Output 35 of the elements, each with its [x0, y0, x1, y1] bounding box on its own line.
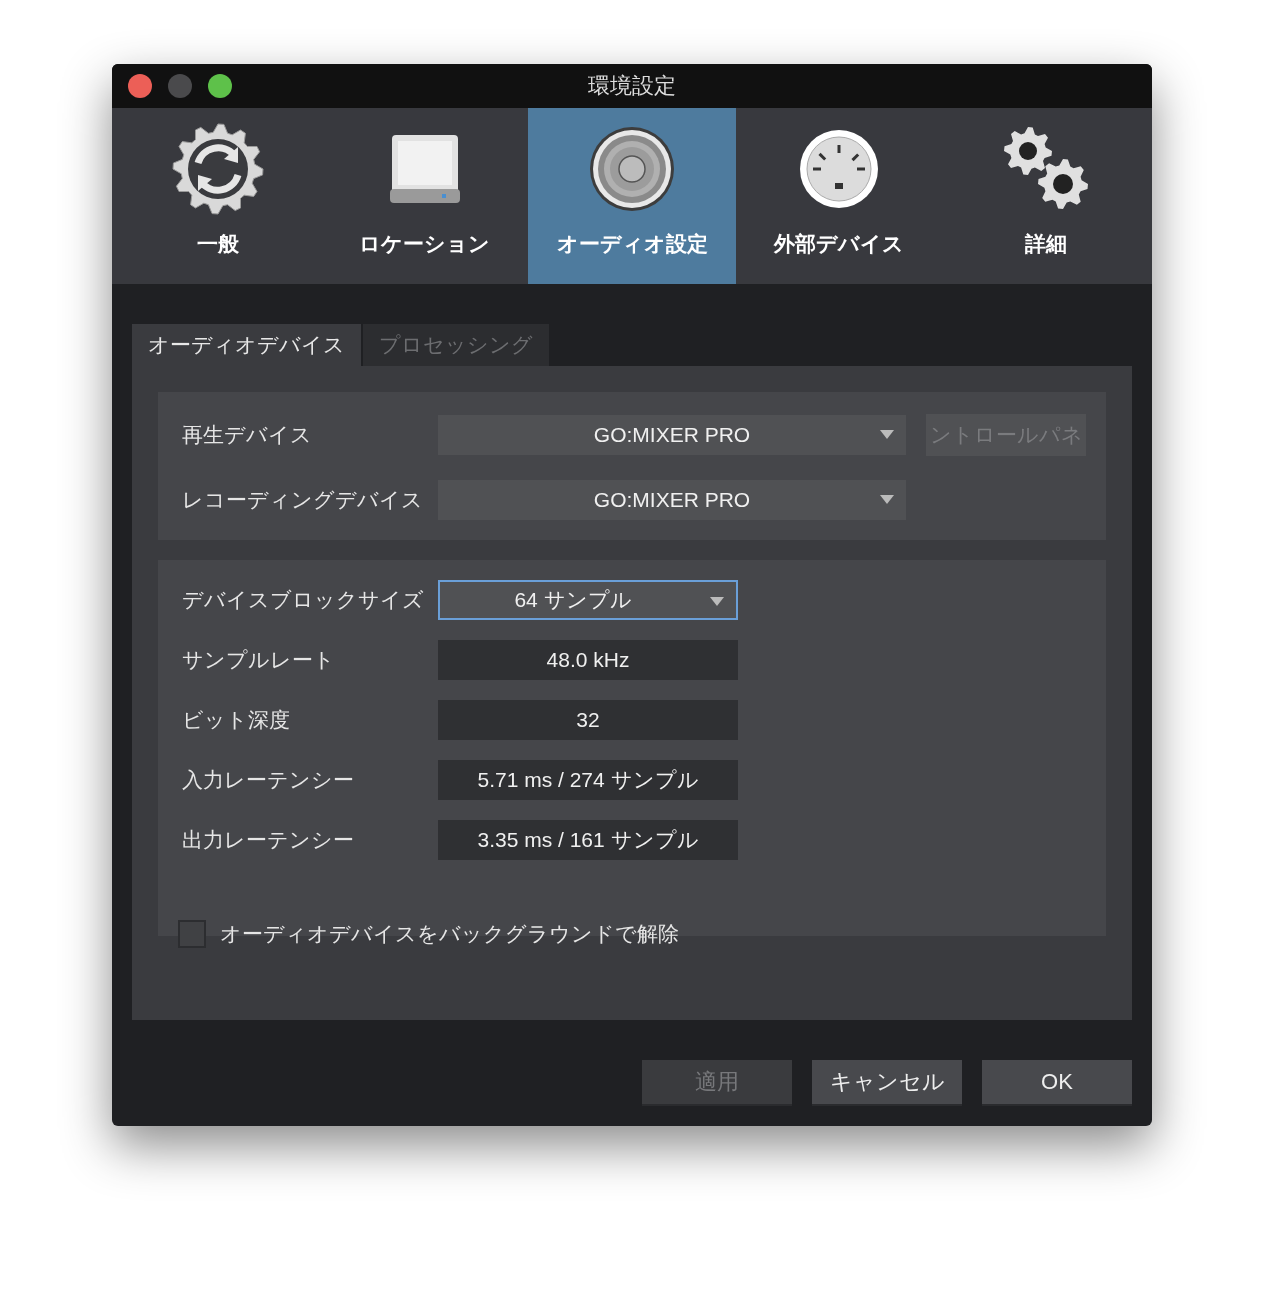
dropdown[interactable]: GO:MIXER PRO: [438, 415, 906, 455]
setting-label: 入力レーテンシー: [182, 767, 355, 793]
caret-icon: [880, 430, 894, 439]
toolbar-tab[interactable]: 詳細: [942, 108, 1150, 284]
value-display: 32: [438, 700, 738, 740]
caret-icon: [710, 597, 724, 606]
window-title: 環境設定: [588, 73, 676, 98]
setting-label: 出力レーテンシー: [182, 827, 355, 853]
tab[interactable]: オーディオデバイス: [132, 324, 361, 366]
checkbox-label: オーディオデバイスをバックグラウンドで解除: [220, 921, 679, 947]
setting-label: レコーディングデバイス: [182, 487, 424, 513]
setting-label: 再生デバイス: [182, 422, 313, 448]
dialog-button[interactable]: OK: [982, 1060, 1132, 1106]
dialog-button[interactable]: キャンセル: [812, 1060, 962, 1106]
port-icon: [799, 129, 880, 209]
setting-label: サンプルレート: [182, 647, 336, 673]
toolbar-tab[interactable]: オーディオ設定: [528, 108, 736, 284]
dropdown[interactable]: 64 サンプル: [438, 580, 738, 620]
value-display: 48.0 kHz: [438, 640, 738, 680]
value-display: 3.35 ms / 161 サンプル: [438, 820, 738, 860]
value-display: 5.71 ms / 274 サンプル: [438, 760, 738, 800]
setting-label: デバイスブロックサイズ: [182, 587, 425, 613]
caret-icon: [880, 495, 894, 504]
zoom-button[interactable]: [208, 74, 232, 98]
close-button[interactable]: [128, 74, 152, 98]
drive-icon: [389, 133, 460, 205]
sync-gear-icon: [171, 123, 264, 215]
dropdown[interactable]: GO:MIXER PRO: [438, 480, 906, 520]
gears-icon: [1003, 126, 1090, 212]
speaker-icon: [589, 126, 675, 212]
toolbar-tab[interactable]: 外部デバイス: [735, 108, 943, 284]
toolbar-tab[interactable]: ロケーション: [321, 108, 529, 284]
checkbox[interactable]: [178, 920, 206, 948]
setting-label: ビット深度: [182, 707, 291, 733]
toolbar-tab[interactable]: 一般: [114, 108, 322, 284]
